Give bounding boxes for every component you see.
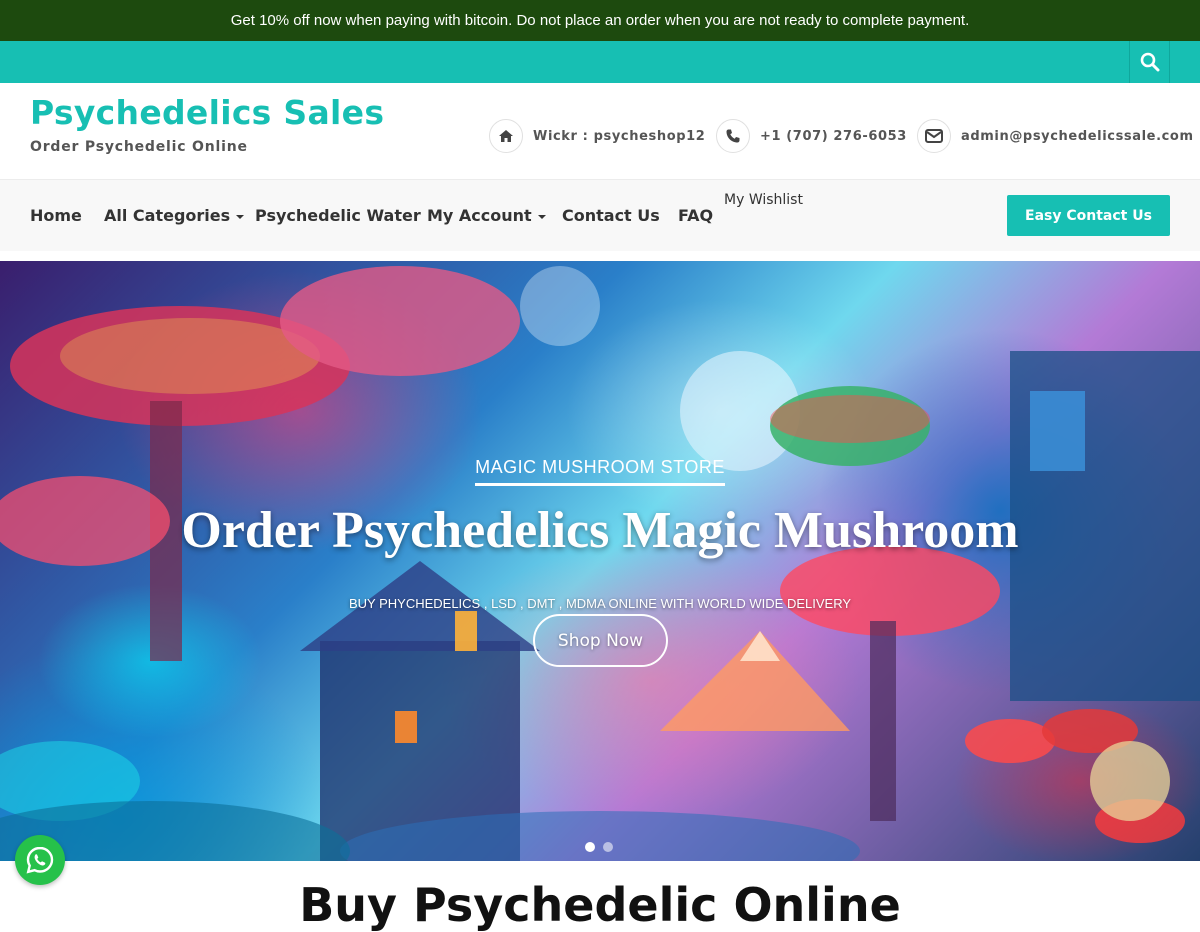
my-wishlist-link[interactable]: My Wishlist	[724, 192, 803, 208]
contact-wickr: Wickr : psycheshop12	[489, 119, 705, 153]
search-icon	[1140, 52, 1159, 72]
contact-email-text: admin@psychedelicssale.com	[961, 128, 1194, 144]
hero-kicker-text: MAGIC MUSHROOM STORE	[475, 457, 725, 486]
announcement-bar: Get 10% off now when paying with bitcoin…	[0, 0, 1200, 41]
caret-down-icon	[236, 214, 245, 219]
nav-item-label: All Categories	[104, 206, 231, 225]
hero-kicker: MAGIC MUSHROOM STORE	[0, 457, 1200, 486]
search-button[interactable]	[1129, 41, 1170, 83]
slider-dot-2[interactable]	[603, 842, 613, 852]
nav-item-my-account[interactable]: My Account	[427, 206, 546, 225]
contact-phone-text: +1 (707) 276-6053	[760, 128, 907, 144]
nav-item-label: My Account	[427, 206, 532, 225]
nav-item-home[interactable]: Home	[30, 206, 82, 225]
hero-subtitle: BUY PHYCHEDELICS , LSD , DMT , MDMA ONLI…	[348, 596, 852, 611]
nav-item-all-categories[interactable]: All Categories	[104, 206, 245, 225]
nav-item-psychedelic-water[interactable]: Psychedelic Water	[255, 206, 421, 225]
nav-item-contact-us[interactable]: Contact Us	[562, 206, 660, 225]
whatsapp-chat-button[interactable]	[15, 835, 65, 885]
home-icon	[489, 119, 523, 153]
envelope-icon	[917, 119, 951, 153]
top-utility-bar	[0, 41, 1200, 83]
contact-email[interactable]: admin@psychedelicssale.com	[917, 119, 1194, 153]
site-tagline: Order Psychedelic Online	[30, 139, 248, 155]
section-heading: Buy Psychedelic Online	[299, 878, 901, 932]
whatsapp-icon	[26, 846, 54, 874]
announcement-text: Get 10% off now when paying with bitcoin…	[230, 12, 970, 29]
site-title[interactable]: Psychedelics Sales	[30, 93, 384, 132]
hero-slider: MAGIC MUSHROOM STORE Order Psychedelics …	[0, 261, 1200, 861]
contact-phone[interactable]: +1 (707) 276-6053	[716, 119, 907, 153]
nav-item-label: Contact Us	[562, 206, 660, 225]
caret-down-icon	[537, 214, 546, 219]
hero-title: Order Psychedelics Magic Mushroom	[181, 502, 1019, 559]
easy-contact-button[interactable]: Easy Contact Us	[1007, 195, 1170, 236]
nav-item-label: Psychedelic Water	[255, 206, 421, 225]
nav-item-faq[interactable]: FAQ	[678, 206, 713, 225]
hero-background-illustration	[0, 266, 1200, 861]
slider-pagination	[585, 842, 613, 852]
nav-item-label: FAQ	[678, 206, 714, 225]
nav-item-label: Home	[30, 206, 82, 225]
site-header: Psychedelics Sales Order Psychedelic Onl…	[0, 83, 1200, 179]
shop-now-button[interactable]: Shop Now	[533, 614, 668, 667]
main-navigation: Home All Categories Psychedelic Water My…	[0, 179, 1200, 251]
phone-icon	[716, 119, 750, 153]
contact-wickr-text: Wickr : psycheshop12	[533, 128, 706, 144]
slider-dot-1[interactable]	[585, 842, 595, 852]
